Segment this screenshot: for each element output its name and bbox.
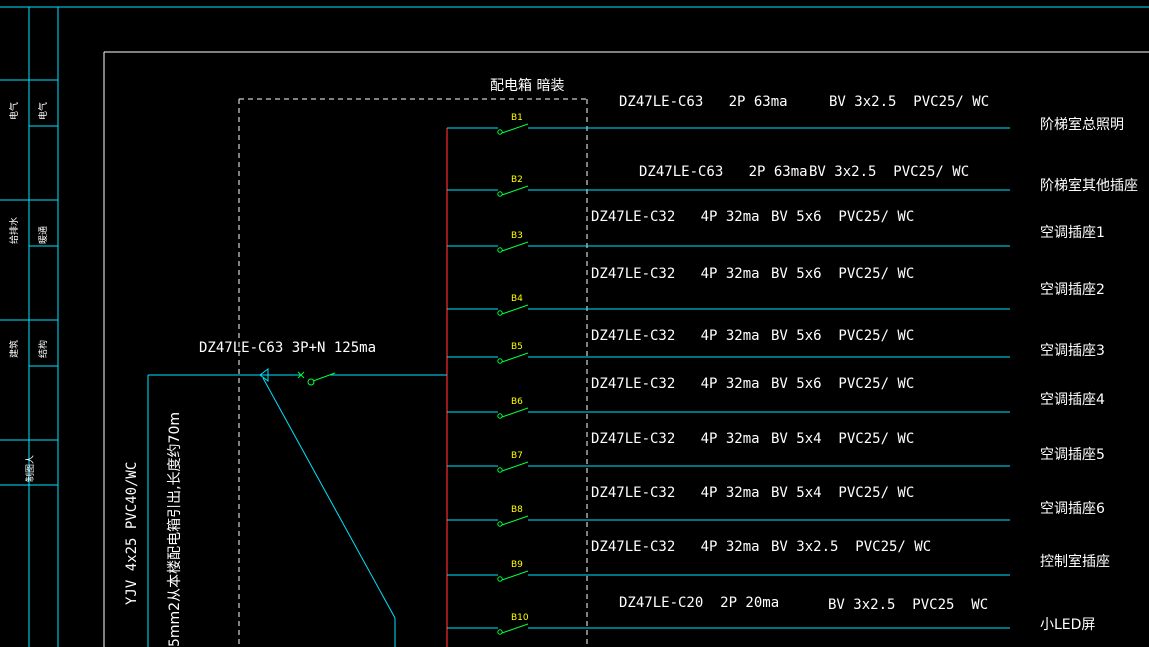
circuit-b4: B4 DZ47LE-C32 4P 32ma BV 5x6 PVC25/ WC 空调插座… — [447, 266, 1105, 316]
cable-spec: BV 3x2.5 PVC25 WC — [828, 597, 988, 613]
load-name: 空调插座5 — [1040, 447, 1105, 463]
switch-contact — [497, 129, 503, 135]
title-label-plumbing: 给排水 — [8, 217, 20, 244]
cable-spec: BV 5x6 PVC25/ WC — [771, 328, 914, 344]
title-label-electrical-1: 电气 — [8, 102, 20, 120]
switch-contact — [497, 576, 503, 582]
incoming-cable-label: YJV 4x25 PVC40/WC — [124, 462, 140, 605]
distribution-diagram: 电气 电气 给排水 暖通 建筑 结构 制图人 配电箱 暗装 DZ47LE-C63… — [0, 6, 1149, 647]
load-name: 空调插座6 — [1040, 501, 1105, 517]
switch-blade — [501, 515, 529, 526]
load-name: 控制室插座 — [1040, 553, 1110, 570]
cable-spec: BV 3x2.5 PVC25/ WC — [829, 94, 989, 110]
cable-spec: BV 3x2.5 PVC25/ WC — [771, 539, 931, 555]
load-name: 空调插座1 — [1040, 225, 1105, 241]
switch-contact — [497, 629, 503, 635]
switch-blade — [501, 570, 529, 581]
breaker-id: B5 — [511, 342, 523, 352]
breaker-id: B2 — [511, 175, 523, 185]
cable-spec: BV 3x2.5 PVC25/ WC — [809, 164, 969, 180]
switch-blade — [501, 123, 529, 134]
breaker-spec: DZ47LE-C32 4P 32ma — [591, 539, 760, 555]
switch-contact — [497, 310, 503, 316]
circuit-b5: B5 DZ47LE-C32 4P 32ma BV 5x6 PVC25/ WC 空调插座… — [447, 328, 1105, 364]
circuit-b6: B6 DZ47LE-C32 4P 32ma BV 5x6 PVC25/ WC 空调插座… — [447, 376, 1105, 419]
circuit-b9: B9 DZ47LE-C32 4P 32ma BV 3x2.5 PVC25/ WC 控制… — [447, 539, 1110, 582]
switch-contact — [497, 358, 503, 364]
switch-contact — [497, 467, 503, 473]
circuit-group: B1DZ47LE-C63 2P 63ma BV 3x2.5 PVC25/ WC阶梯… — [447, 94, 1138, 635]
breaker-id: B8 — [511, 505, 523, 515]
load-name: 阶梯室总照明 — [1040, 116, 1124, 133]
breaker-id: B4 — [511, 294, 523, 304]
breaker-spec: DZ47LE-C32 4P 32ma — [591, 209, 760, 225]
switch-contact — [497, 191, 503, 197]
circuit-b2: B2 DZ47LE-C63 2P 63ma BV 3x2.5 PVC25/ WC 阶梯… — [447, 164, 1138, 197]
switch-blade — [501, 304, 529, 315]
cable-spec: BV 5x6 PVC25/ WC — [771, 266, 914, 282]
cable-spec: BV 5x6 PVC25/ WC — [771, 376, 914, 392]
load-name: 空调插座3 — [1040, 343, 1105, 359]
circuit-b8: B8 DZ47LE-C32 4P 32ma BV 5x4 PVC25/ WC 空调插座… — [447, 485, 1105, 527]
panel-enclosure — [238, 98, 588, 647]
switch-contact — [497, 247, 503, 253]
cable-spec: BV 5x4 PVC25/ WC — [771, 431, 914, 447]
breaker-spec: DZ47LE-C32 4P 32ma — [591, 485, 760, 501]
title-label-hvac: 暖通 — [37, 226, 49, 244]
breaker-id: B10 — [511, 613, 529, 623]
breaker-spec: DZ47LE-C32 4P 32ma — [591, 431, 760, 447]
switch-blade — [501, 352, 529, 363]
title-label-drafter: 制图人 — [24, 455, 36, 482]
load-name: 空调插座2 — [1040, 282, 1105, 298]
breaker-id: B1 — [511, 113, 523, 123]
circuit-b1: B1 DZ47LE-C63 2P 63ma BV 3x2.5 PVC25/ WC 阶梯… — [447, 94, 1124, 135]
load-name: 空调插座4 — [1040, 392, 1105, 408]
breaker-id: B9 — [511, 560, 523, 570]
breaker-spec: DZ47LE-C20 2P 20ma — [619, 595, 779, 611]
switch-blade — [501, 185, 529, 196]
main-breaker-label: DZ47LE-C63 3P+N 125ma — [199, 340, 376, 356]
breaker-spec: DZ47LE-C63 2P 63ma — [639, 164, 808, 180]
breaker-spec: DZ47LE-C32 4P 32ma — [591, 266, 760, 282]
incoming-cable-note: 5mm2从本楼配电箱引出,长度约70m — [167, 412, 183, 647]
switch-blade — [501, 241, 529, 252]
switch-blade — [501, 623, 529, 634]
title-label-electrical-2: 电气 — [37, 102, 49, 120]
circuit-b10: B10 DZ47LE-C20 2P 20ma BV 3x2.5 PVC25 WC 小L… — [447, 595, 1095, 635]
main-breaker-symbol — [297, 371, 336, 386]
load-name: 小LED屏 — [1040, 617, 1095, 633]
switch-contact — [497, 413, 503, 419]
title-label-architecture: 建筑 — [8, 340, 20, 358]
switch-blade — [501, 461, 529, 472]
breaker-id: B7 — [511, 451, 523, 461]
breaker-spec: DZ47LE-C32 4P 32ma — [591, 328, 760, 344]
load-name: 阶梯室其他插座 — [1040, 177, 1138, 194]
breaker-spec: DZ47LE-C32 4P 32ma — [591, 376, 760, 392]
cable-spec: BV 5x4 PVC25/ WC — [771, 485, 914, 501]
switch-blade — [501, 407, 529, 418]
cable-spec: BV 5x6 PVC25/ WC — [771, 209, 914, 225]
breaker-id: B3 — [511, 231, 523, 241]
breaker-id: B6 — [511, 397, 523, 407]
title-label-structure: 结构 — [37, 340, 49, 358]
switch-contact — [497, 521, 503, 527]
circuit-b7: B7 DZ47LE-C32 4P 32ma BV 5x4 PVC25/ WC 空调插座… — [447, 431, 1105, 473]
incoming-feeder — [147, 368, 447, 647]
circuit-b3: B3 DZ47LE-C32 4P 32ma BV 5x6 PVC25/ WC 空调插座… — [447, 209, 1105, 253]
breaker-spec: DZ47LE-C63 2P 63ma — [619, 94, 788, 110]
panel-title: 配电箱 暗装 — [490, 78, 564, 94]
